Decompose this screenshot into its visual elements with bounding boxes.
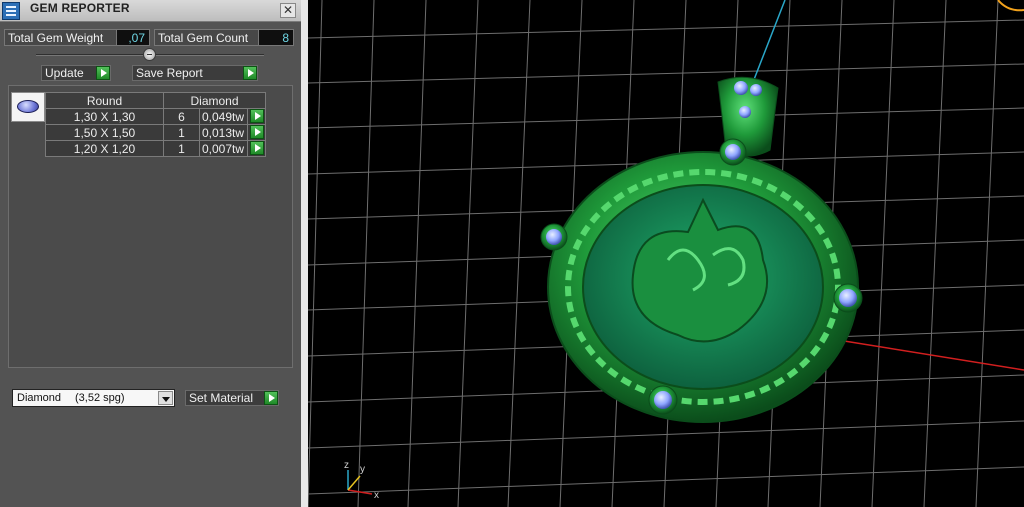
gem-table: Round Diamond 1,30 X 1,30 6 0,049tw 1,50…: [45, 92, 266, 157]
go-arrow-icon[interactable]: [250, 125, 264, 139]
panel-divider[interactable]: [301, 0, 308, 507]
window-title: GEM REPORTER: [30, 1, 130, 15]
round-gem-icon: [17, 100, 39, 113]
app-icon: [2, 2, 20, 20]
material-density: (3,52 spg): [75, 392, 125, 404]
go-arrow-icon: [243, 66, 257, 80]
go-arrow-icon: [96, 66, 110, 80]
header-material: Diamond: [163, 92, 266, 109]
set-material-button-label: Set Material: [189, 391, 254, 405]
axis-label-x: x: [374, 490, 379, 501]
table-row[interactable]: 1,50 X 1,50 1 0,013tw: [45, 124, 266, 141]
material-name: Diamond: [17, 392, 62, 404]
gem-table-header: Round Diamond: [45, 92, 266, 109]
total-gem-weight-label: Total Gem Weight: [4, 29, 116, 46]
gem-size: 1,30 X 1,30: [45, 108, 164, 125]
material-select[interactable]: Diamond (3,52 spg): [12, 389, 175, 407]
panel-splitter-knob[interactable]: [143, 48, 156, 61]
total-gem-count-label: Total Gem Count: [154, 29, 258, 46]
save-report-button[interactable]: Save Report: [132, 65, 258, 81]
gem-count: 1: [163, 124, 200, 141]
row-action-cell[interactable]: [247, 140, 266, 157]
set-material-button[interactable]: Set Material: [185, 390, 279, 406]
pendant-model: [540, 76, 863, 423]
row-action-cell[interactable]: [247, 124, 266, 141]
dropdown-arrow-icon[interactable]: [158, 391, 173, 405]
axis-label-z: z: [344, 460, 349, 471]
table-row[interactable]: 1,30 X 1,30 6 0,049tw: [45, 108, 266, 125]
close-icon: ✕: [282, 3, 294, 17]
title-bar: GEM REPORTER ✕: [0, 0, 301, 22]
gem-thumbnail-icon[interactable]: [11, 92, 45, 122]
go-arrow-icon: [264, 391, 278, 405]
update-button-label: Update: [45, 66, 84, 80]
3d-viewport[interactable]: z y x: [308, 0, 1024, 507]
gem-size: 1,50 X 1,50: [45, 124, 164, 141]
save-report-button-label: Save Report: [136, 66, 203, 80]
gem-weight: 0,049tw: [199, 108, 248, 125]
total-gem-count-value: 8: [258, 29, 294, 46]
gem-count: 1: [163, 140, 200, 157]
update-button[interactable]: Update: [41, 65, 111, 81]
row-action-cell[interactable]: [247, 108, 266, 125]
gem-reporter-panel: GEM REPORTER ✕ Total Gem Weight ,07 Tota…: [0, 0, 301, 507]
go-arrow-icon[interactable]: [250, 141, 264, 155]
gem-list: Round Diamond 1,30 X 1,30 6 0,049tw 1,50…: [8, 85, 293, 368]
gem-size: 1,20 X 1,20: [45, 140, 164, 157]
go-arrow-icon[interactable]: [250, 109, 264, 123]
total-gem-weight-value: ,07: [116, 29, 150, 46]
gem-count: 6: [163, 108, 200, 125]
header-shape: Round: [45, 92, 164, 109]
viewport-canvas[interactable]: z y x: [308, 0, 1024, 507]
orange-curve-decoration: [997, 0, 1024, 12]
gem-weight: 0,007tw: [199, 140, 248, 157]
table-row[interactable]: 1,20 X 1,20 1 0,007tw: [45, 140, 266, 157]
close-button[interactable]: ✕: [280, 3, 296, 18]
axis-gizmo: z y x: [344, 460, 379, 501]
gem-weight: 0,013tw: [199, 124, 248, 141]
axis-label-y: y: [360, 464, 365, 475]
